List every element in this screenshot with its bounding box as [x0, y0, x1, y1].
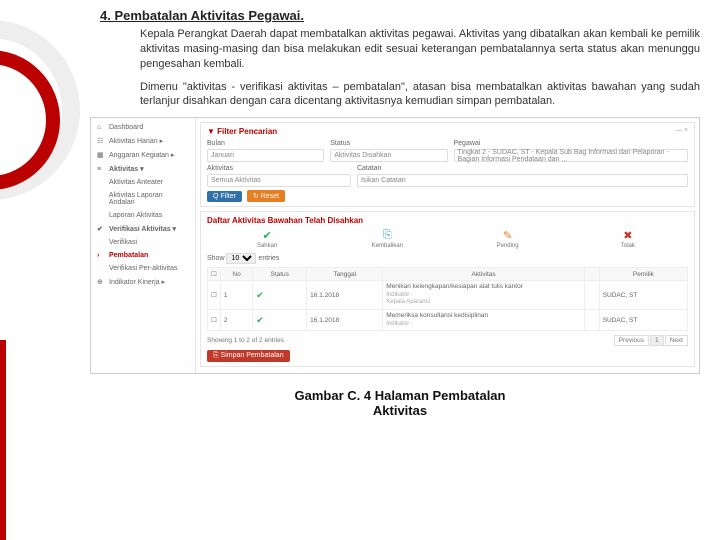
- row-checkbox[interactable]: ☐: [208, 310, 221, 331]
- table-icon: ▦: [97, 151, 105, 159]
- sidebar-item-sub1[interactable]: Aktivitas Anteater: [91, 176, 195, 189]
- legend-pending: ✎Pending: [448, 229, 568, 249]
- action-legend: ✔Sahkan ⎘Kembalikan ✎Pending ✖Tolak: [207, 229, 688, 249]
- select-bulan[interactable]: Januari: [207, 149, 324, 162]
- page-next[interactable]: Next: [665, 335, 688, 346]
- legend-kembalikan: ⎘Kembalikan: [327, 229, 447, 249]
- col-no: No: [220, 268, 252, 281]
- col-tanggal: Tanggal: [307, 268, 383, 281]
- page-prev[interactable]: Previous: [614, 335, 649, 346]
- col-empty: [584, 268, 599, 281]
- plus-circle-icon: ⊕: [97, 278, 105, 286]
- sidebar-item-anggaran[interactable]: ▦Anggaran Kegiatan ▸: [91, 148, 195, 162]
- label-catatan: Catatan: [357, 165, 688, 172]
- chevron-right-icon: ›: [97, 252, 105, 259]
- sidebar-item-indikator[interactable]: ⊕Indikator Kinerja ▸: [91, 275, 195, 289]
- sidebar-item-pembatalan[interactable]: ›Pembatalan: [91, 249, 195, 262]
- label-status: Status: [330, 140, 447, 147]
- label-pegawai: Pegawai: [454, 140, 689, 147]
- sidebar-item-peraktivitas[interactable]: Verifikasi Per-aktivitas: [91, 262, 195, 275]
- sidebar-item-aktivitas[interactable]: ≡Aktivitas ▾: [91, 162, 195, 176]
- sidebar-item-dashboard[interactable]: ⌂Dashboard: [91, 121, 195, 134]
- list-icon: ≡: [97, 166, 105, 173]
- sidebar-item-verifikasi[interactable]: ✔Verifikasi Aktivitas ▾: [91, 222, 195, 236]
- paragraph-2: Dimenu "aktivitas - verifikasi aktivitas…: [140, 80, 700, 110]
- table-row: ☐ 2 ✔ 16.1.2018 Memeriksa konsultansi ke…: [208, 310, 688, 331]
- return-icon: ⎘: [327, 229, 447, 242]
- filter-button[interactable]: Q Filter: [207, 191, 242, 202]
- entries-selector: Show 10 entries: [207, 253, 688, 264]
- screenshot-figure: ⌂Dashboard ☷Aktivitas Harian ▸ ▦Anggaran…: [90, 117, 700, 374]
- reset-button[interactable]: ↻ Reset: [247, 190, 285, 202]
- grid-icon: ☷: [97, 137, 105, 145]
- status-check-icon: ✔: [253, 281, 307, 310]
- sidebar-item-sub2[interactable]: Aktivitas Laporan Andalan: [91, 189, 195, 209]
- aktivitas-table: ☐ No Status Tanggal Aktivitas Pemilik ☐ …: [207, 267, 688, 331]
- status-check-icon: ✔: [253, 310, 307, 331]
- showing-text: Showing 1 to 2 of 2 entries: [207, 337, 284, 344]
- sidebar-item-sub3[interactable]: Laporan Aktivitas: [91, 209, 195, 222]
- pagination: Previous1Next: [613, 335, 688, 346]
- legend-sahkan: ✔Sahkan: [207, 229, 327, 249]
- paragraph-1: Kepala Perangkat Daerah dapat membatalka…: [140, 27, 700, 72]
- table-row: ☐ 1 ✔ 16.1.2018 Menikari kelengkapan/kes…: [208, 281, 688, 310]
- sidebar-item-aktivitas-harian[interactable]: ☷Aktivitas Harian ▸: [91, 134, 195, 148]
- check-icon: ✔: [97, 225, 105, 233]
- legend-tolak: ✖Tolak: [568, 229, 688, 249]
- filter-panel: — × ▼ Filter Pencarian Bulan Januari Stat…: [200, 122, 695, 207]
- sidebar: ⌂Dashboard ☷Aktivitas Harian ▸ ▦Anggaran…: [91, 118, 196, 373]
- label-aktivitas: Aktivitas: [207, 165, 351, 172]
- page-1[interactable]: 1: [650, 335, 664, 346]
- select-pegawai[interactable]: Tingkat 2 - SUDAC, ST - Kepala Sub Bag I…: [454, 149, 689, 162]
- minimize-icon[interactable]: — ×: [675, 127, 688, 134]
- daftar-panel: Daftar Aktivitas Bawahan Telah Disahkan …: [200, 211, 695, 367]
- simpan-pembatalan-button[interactable]: ⎘ Simpan Pembatalan: [207, 350, 290, 362]
- col-status: Status: [253, 268, 307, 281]
- filter-title: ▼ Filter Pencarian: [207, 127, 688, 136]
- home-icon: ⌂: [97, 124, 105, 131]
- section-heading: 4. Pembatalan Aktivitas Pegawai.: [100, 8, 700, 23]
- heading-title: Pembatalan Aktivitas Pegawai.: [114, 8, 304, 23]
- figure-caption: Gambar C. 4 Halaman Pembatalan Aktivitas: [100, 388, 700, 418]
- heading-number: 4.: [100, 8, 114, 23]
- input-catatan[interactable]: Isikan Catatan: [357, 174, 688, 187]
- check-icon: ✔: [207, 229, 327, 242]
- select-status[interactable]: Aktivitas Disahkan: [330, 149, 447, 162]
- table-header-row: ☐ No Status Tanggal Aktivitas Pemilik: [208, 268, 688, 281]
- main-panel: — × ▼ Filter Pencarian Bulan Januari Stat…: [196, 118, 699, 373]
- col-pemilik: Pemilik: [599, 268, 687, 281]
- label-bulan: Bulan: [207, 140, 324, 147]
- col-aktivitas: Aktivitas: [383, 268, 585, 281]
- sidebar-item-verif-sub[interactable]: Verifikasi: [91, 236, 195, 249]
- x-icon: ✖: [568, 229, 688, 242]
- input-aktivitas[interactable]: Semua Aktivitas: [207, 174, 351, 187]
- edit-icon: ✎: [448, 229, 568, 242]
- daftar-title: Daftar Aktivitas Bawahan Telah Disahkan: [207, 216, 688, 225]
- entries-select[interactable]: 10: [226, 253, 256, 264]
- col-checkbox[interactable]: ☐: [208, 268, 221, 281]
- row-checkbox[interactable]: ☐: [208, 281, 221, 310]
